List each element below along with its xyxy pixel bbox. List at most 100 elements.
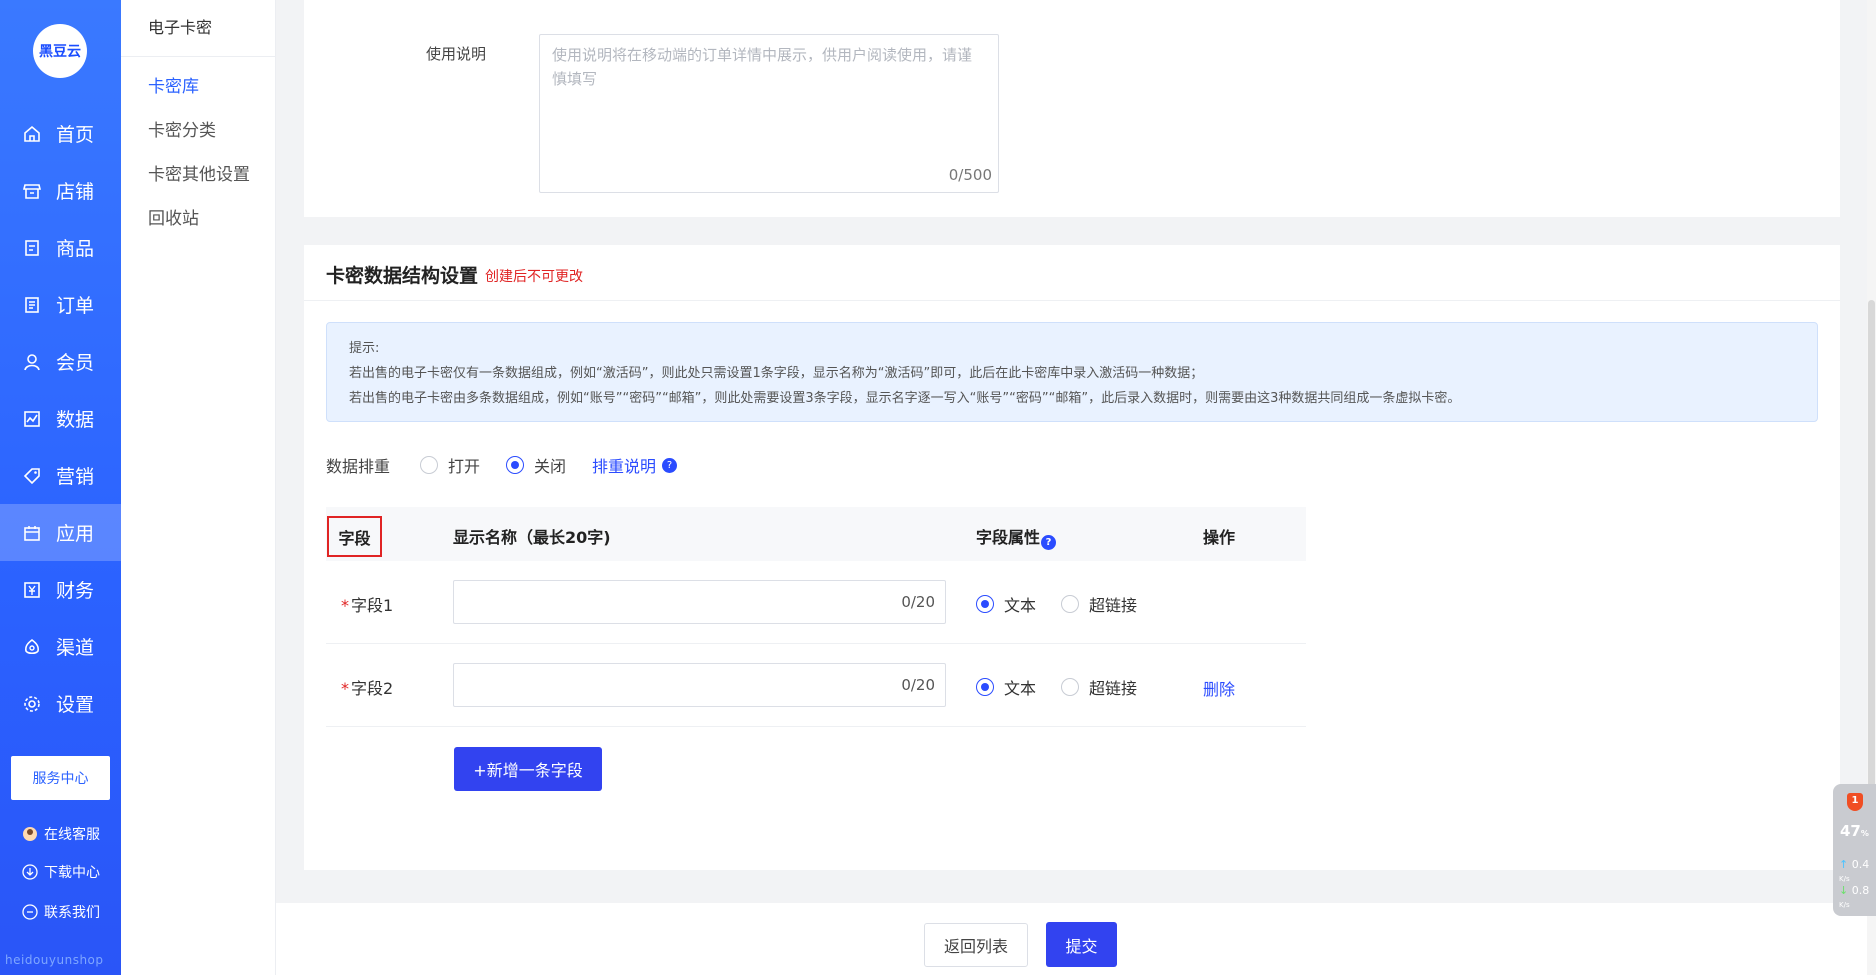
channel-icon bbox=[25, 638, 39, 654]
nav-label: 应用 bbox=[56, 523, 95, 545]
required-mark: * bbox=[341, 679, 349, 698]
percent-unit: % bbox=[1860, 829, 1869, 838]
app-icon bbox=[24, 525, 40, 541]
download-value: 0.8 bbox=[1851, 884, 1870, 897]
footer-bar: 返回列表 提交 bbox=[276, 903, 1876, 975]
finance-icon bbox=[24, 581, 40, 598]
secondary-sidebar: 电子卡密 卡密库 卡密分类 卡密其他设置 回收站 bbox=[121, 0, 276, 975]
tip-box: 提示: 若出售的电子卡密仅有一条数据组成，例如“激活码”，则此处只需设置1条字段… bbox=[326, 322, 1818, 422]
attr-link-radio[interactable] bbox=[1061, 595, 1079, 613]
field-label-text: 字段2 bbox=[351, 679, 394, 698]
service-center-button[interactable]: 服务中心 bbox=[11, 756, 110, 800]
subnav-item-card-settings[interactable]: 卡密其他设置 bbox=[121, 153, 275, 197]
home-icon bbox=[24, 125, 40, 142]
nav-item-app[interactable]: 应用 bbox=[0, 504, 121, 561]
submit-button[interactable]: 提交 bbox=[1046, 922, 1117, 967]
add-field-button[interactable]: +新增一条字段 bbox=[454, 747, 602, 791]
tag-icon bbox=[23, 467, 40, 484]
nav-label: 数据 bbox=[56, 409, 95, 431]
column-attr: 字段属性? bbox=[976, 524, 1057, 550]
field-label: * 字段2 bbox=[341, 675, 393, 699]
column-attr-label: 字段属性 bbox=[976, 528, 1041, 547]
attr-link-label[interactable]: 超链接 bbox=[1089, 592, 1137, 616]
attr-text-label[interactable]: 文本 bbox=[1004, 675, 1036, 699]
brand-logo[interactable]: 黑豆云 bbox=[33, 24, 87, 78]
shield-badge: 1 bbox=[1851, 795, 1859, 806]
nav-item-goods[interactable]: 商品 bbox=[0, 219, 121, 276]
nav-item-home[interactable]: 首页 bbox=[0, 105, 121, 162]
nav-item-marketing[interactable]: 营销 bbox=[0, 447, 121, 504]
subnav-title: 电子卡密 bbox=[121, 0, 275, 57]
dedupe-off-label[interactable]: 关闭 bbox=[534, 453, 566, 477]
question-icon[interactable]: ? bbox=[1041, 535, 1057, 550]
download-icon bbox=[22, 864, 38, 880]
attr-link-option[interactable]: 超链接 bbox=[1061, 592, 1137, 616]
contact-us-label: 联系我们 bbox=[44, 905, 100, 921]
usage-char-count: 0/500 bbox=[948, 166, 992, 184]
main-nav: 首页 店铺 商品 订单 会员 数据 营销 应用 财务 渠道 设置 bbox=[0, 105, 121, 732]
dedupe-row: 数据排重 打开 关闭 排重说明 ? bbox=[326, 453, 678, 477]
download-unit: K/s bbox=[1839, 901, 1850, 909]
attr-link-radio[interactable] bbox=[1061, 678, 1079, 696]
upload-speed: ↑ 0.4 K/s bbox=[1839, 858, 1876, 884]
nav-label: 店铺 bbox=[56, 181, 95, 203]
attr-text-radio[interactable] bbox=[976, 595, 994, 613]
nav-item-settings[interactable]: 设置 bbox=[0, 675, 121, 732]
structure-warning: 创建后不可更改 bbox=[485, 269, 583, 285]
contact-us-link[interactable]: 联系我们 bbox=[22, 902, 100, 922]
subnav-item-card-category[interactable]: 卡密分类 bbox=[121, 109, 275, 153]
download-center-label: 下载中心 bbox=[44, 865, 100, 881]
tip-title: 提示: bbox=[349, 341, 380, 356]
column-field-label: 字段 bbox=[338, 528, 371, 548]
avatar-icon bbox=[23, 827, 37, 841]
nav-item-store[interactable]: 店铺 bbox=[0, 162, 121, 219]
chart-icon bbox=[24, 410, 40, 427]
nav-item-order[interactable]: 订单 bbox=[0, 276, 121, 333]
tip-line-1: 若出售的电子卡密仅有一条数据组成，例如“激活码”，则此处只需设置1条字段，显示名… bbox=[349, 366, 1204, 381]
nav-item-finance[interactable]: 财务 bbox=[0, 561, 121, 618]
subnav-item-recycle-bin[interactable]: 回收站 bbox=[121, 197, 275, 241]
download-speed: ↓ 0.8 K/s bbox=[1839, 884, 1876, 910]
main-sidebar: 黑豆云 首页 店铺 商品 订单 会员 数据 营销 应用 财务 渠道 设置 服务中… bbox=[0, 0, 121, 975]
watermark-text: heidouyunshop bbox=[5, 953, 104, 967]
usage-textarea[interactable]: 使用说明将在移动端的订单详情中展示，供用户阅读使用，请谨慎填写 0/500 bbox=[539, 34, 999, 193]
dedupe-help-link[interactable]: 排重说明 bbox=[592, 453, 656, 477]
nav-label: 渠道 bbox=[56, 637, 95, 659]
nav-label: 首页 bbox=[56, 124, 95, 146]
field-label: * 字段1 bbox=[341, 592, 393, 616]
nav-item-channel[interactable]: 渠道 bbox=[0, 618, 121, 675]
attr-text-radio[interactable] bbox=[976, 678, 994, 696]
upload-unit: K/s bbox=[1839, 875, 1850, 883]
field-name-input[interactable]: 0/20 bbox=[453, 580, 946, 624]
table-row: * 字段1 0/20 文本 超链接 bbox=[326, 561, 1306, 644]
online-service-link[interactable]: 在线客服 bbox=[22, 824, 100, 844]
table-row: * 字段2 0/20 文本 超链接 删除 bbox=[326, 644, 1306, 727]
network-monitor-widget[interactable]: 1 47% ↑ 0.4 K/s ↓ 0.8 K/s bbox=[1833, 784, 1876, 916]
download-center-link[interactable]: 下载中心 bbox=[22, 862, 100, 882]
usage-card: 使用说明 使用说明将在移动端的订单详情中展示，供用户阅读使用，请谨慎填写 0/5… bbox=[304, 0, 1840, 217]
attr-link-option[interactable]: 超链接 bbox=[1061, 675, 1137, 699]
structure-card: 卡密数据结构设置 创建后不可更改 提示: 若出售的电子卡密仅有一条数据组成，例如… bbox=[304, 245, 1840, 870]
attr-link-label[interactable]: 超链接 bbox=[1089, 675, 1137, 699]
field-name-input[interactable]: 0/20 bbox=[453, 663, 946, 707]
column-field-highlighted: 字段 bbox=[327, 516, 382, 557]
percent-value: 47 bbox=[1840, 822, 1861, 840]
user-icon bbox=[24, 353, 40, 370]
nav-item-data[interactable]: 数据 bbox=[0, 390, 121, 447]
dedupe-on-radio[interactable] bbox=[420, 456, 439, 474]
dedupe-on-label[interactable]: 打开 bbox=[448, 453, 480, 477]
upload-value: 0.4 bbox=[1851, 858, 1870, 871]
dedupe-off-radio[interactable] bbox=[506, 456, 525, 474]
scrollbar-thumb[interactable] bbox=[1868, 300, 1875, 800]
question-icon[interactable]: ? bbox=[662, 457, 678, 473]
nav-item-member[interactable]: 会员 bbox=[0, 333, 121, 390]
char-count: 0/20 bbox=[901, 593, 935, 611]
back-to-list-button[interactable]: 返回列表 bbox=[924, 923, 1028, 967]
attr-text-label[interactable]: 文本 bbox=[1004, 592, 1036, 616]
delete-field-link[interactable]: 删除 bbox=[1203, 676, 1235, 700]
attr-text-option[interactable]: 文本 bbox=[976, 675, 1036, 699]
subnav-item-card-library[interactable]: 卡密库 bbox=[121, 65, 275, 109]
structure-header: 卡密数据结构设置 创建后不可更改 bbox=[304, 245, 1840, 301]
goods-icon bbox=[25, 239, 39, 256]
attr-text-option[interactable]: 文本 bbox=[976, 592, 1036, 616]
